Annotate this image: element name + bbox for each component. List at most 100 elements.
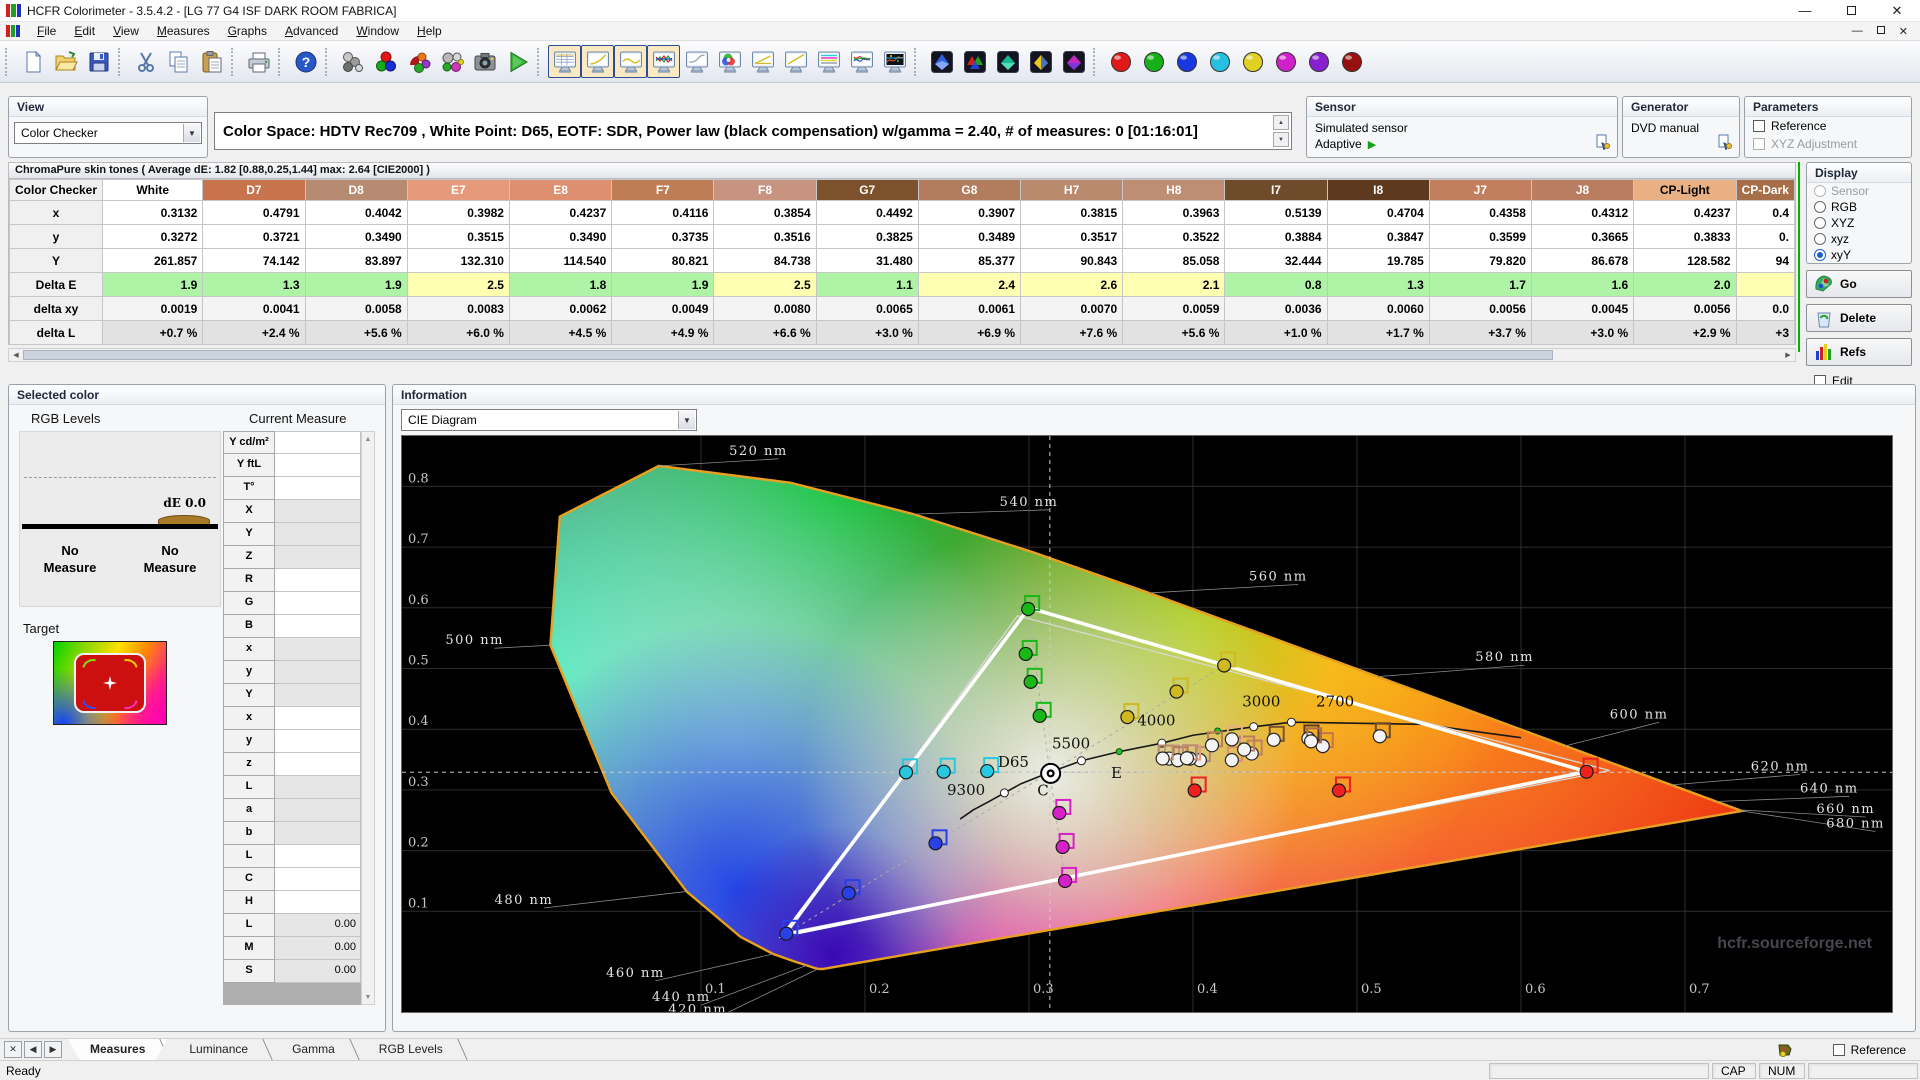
table-cell[interactable]: 19.785 — [1326, 248, 1430, 273]
view-multicurve-button[interactable] — [845, 45, 878, 78]
measure-cyan-button[interactable] — [1203, 45, 1236, 78]
table-cell[interactable]: 0.3490 — [508, 224, 613, 249]
table-cell[interactable]: 0.3665 — [1530, 224, 1635, 249]
table-cell[interactable]: 128.582 — [1633, 248, 1737, 273]
scroll-right-icon[interactable]: ▶ — [1781, 349, 1795, 361]
table-cell[interactable]: 0.0056 — [1633, 296, 1737, 321]
measure-table[interactable]: Color Checker White D7 D8 E7 E8 F7 F8 G7 G8 H7 H8 I7… — [8, 179, 1796, 345]
measure-rgb-button[interactable] — [369, 45, 402, 78]
table-cell[interactable]: 0.4704 — [1326, 200, 1430, 225]
view-gamma-button[interactable] — [581, 45, 614, 78]
menu-help[interactable]: Help — [408, 22, 451, 40]
table-cell[interactable]: 0.4 — [1735, 200, 1795, 225]
table-cell[interactable]: 1.7 — [1428, 272, 1532, 297]
copy-button[interactable] — [162, 45, 195, 78]
table-cell[interactable]: 80.821 — [611, 248, 715, 273]
measure-yellow-button[interactable] — [1236, 45, 1269, 78]
mdi-restore-button[interactable] — [1876, 25, 1885, 37]
table-cell[interactable]: 0.8 — [1224, 272, 1328, 297]
table-cell[interactable]: +4.9 % — [611, 320, 715, 345]
go-button[interactable]: Go — [1806, 270, 1912, 298]
table-cell[interactable]: +6.6 % — [713, 320, 817, 345]
table-cell[interactable]: +6.0 % — [406, 320, 510, 345]
table-cell[interactable]: 0.0061 — [917, 296, 1022, 321]
measure-3d-3-button[interactable] — [991, 45, 1024, 78]
table-cell[interactable]: 0.4116 — [611, 200, 715, 225]
table-cell[interactable]: 0.3854 — [713, 200, 817, 225]
table-horizontal-scrollbar[interactable]: ◀ ▶ — [8, 348, 1796, 362]
table-cell[interactable]: 79.820 — [1428, 248, 1532, 273]
refs-button[interactable]: Refs — [1806, 338, 1912, 366]
tab-measures[interactable]: Measures — [68, 1039, 167, 1060]
table-cell[interactable]: 0.0080 — [713, 296, 817, 321]
open-file-button[interactable] — [49, 45, 82, 78]
menu-file[interactable]: File — [28, 22, 65, 40]
view-rgb-levels-button[interactable] — [647, 45, 680, 78]
reference-toggle-checkbox[interactable]: Reference — [1832, 1043, 1906, 1057]
menu-window[interactable]: Window — [347, 22, 408, 40]
measure-continuous-button[interactable] — [435, 45, 468, 78]
table-cell[interactable]: 0.3132 — [102, 200, 204, 225]
mdi-minimize-button[interactable]: — — [1852, 25, 1863, 37]
table-cell[interactable]: 2.5 — [406, 272, 510, 297]
table-cell[interactable]: 0.3522 — [1122, 224, 1226, 249]
measure-red-button[interactable] — [1104, 45, 1137, 78]
table-cell[interactable]: 0.0083 — [406, 296, 510, 321]
table-cell[interactable]: +6.9 % — [917, 320, 1022, 345]
table-cell[interactable]: 0.3735 — [611, 224, 715, 249]
table-cell[interactable]: +3.0 % — [1530, 320, 1635, 345]
table-cell[interactable]: 0.3833 — [1633, 224, 1737, 249]
table-cell[interactable]: 0.3907 — [917, 200, 1022, 225]
measure-3d-2-button[interactable] — [958, 45, 991, 78]
table-cell[interactable]: 0.0062 — [508, 296, 613, 321]
column-header-E7[interactable]: E7 — [406, 179, 510, 201]
column-header-CP-Light[interactable]: CP-Light — [1633, 179, 1737, 201]
menu-graphs[interactable]: Graphs — [219, 22, 276, 40]
table-cell[interactable]: 86.678 — [1530, 248, 1635, 273]
tab-close-icon[interactable]: ✕ — [4, 1041, 22, 1058]
table-cell[interactable]: 90.843 — [1019, 248, 1124, 273]
scroll-left-icon[interactable]: ◀ — [9, 349, 23, 361]
table-cell[interactable]: 0.3884 — [1224, 224, 1328, 249]
column-header-E8[interactable]: E8 — [508, 179, 613, 201]
table-cell[interactable]: 0.4237 — [508, 200, 613, 225]
measure-darkred-button[interactable] — [1335, 45, 1368, 78]
view-measures-grid-button[interactable] — [548, 45, 581, 78]
table-cell[interactable]: 0.4042 — [304, 200, 408, 225]
column-header-H8[interactable]: H8 — [1122, 179, 1226, 201]
table-cell[interactable]: 0.0059 — [1122, 296, 1226, 321]
reference-checkbox[interactable]: Reference — [1745, 117, 1911, 135]
table-cell[interactable]: 0.0065 — [815, 296, 919, 321]
measure-colors-button[interactable] — [402, 45, 435, 78]
table-cell[interactable]: +1.0 % — [1224, 320, 1328, 345]
measure-3d-1-button[interactable] — [925, 45, 958, 78]
table-cell[interactable]: 2.1 — [1122, 272, 1226, 297]
delete-button[interactable]: Delete — [1806, 304, 1912, 332]
table-cell[interactable]: 0.0036 — [1224, 296, 1328, 321]
table-cell[interactable]: 0.4312 — [1530, 200, 1635, 225]
table-cell[interactable]: +0.7 % — [102, 320, 204, 345]
snapshot-button[interactable] — [468, 45, 501, 78]
sensor-config-icon[interactable] — [1595, 134, 1611, 153]
view-luminance-button[interactable] — [680, 45, 713, 78]
column-header-G8[interactable]: G8 — [917, 179, 1022, 201]
table-cell[interactable]: 261.857 — [102, 248, 204, 273]
column-header-J7[interactable]: J7 — [1428, 179, 1532, 201]
column-header-G7[interactable]: G7 — [815, 179, 919, 201]
table-cell[interactable]: +7.6 % — [1019, 320, 1124, 345]
table-cell[interactable]: 1.9 — [304, 272, 408, 297]
sensor-config-button[interactable] — [336, 45, 369, 78]
table-cell[interactable]: 84.738 — [713, 248, 817, 273]
table-cell[interactable]: +1.7 % — [1326, 320, 1430, 345]
display-option-rgb[interactable]: RGB — [1807, 199, 1911, 215]
table-cell[interactable]: 0.4237 — [1633, 200, 1737, 225]
measure-3d-4-button[interactable] — [1024, 45, 1057, 78]
menu-view[interactable]: View — [104, 22, 148, 40]
about-button[interactable]: ? — [289, 45, 322, 78]
column-header-F8[interactable]: F8 — [713, 179, 817, 201]
column-header-White[interactable]: White — [102, 179, 204, 201]
table-cell[interactable]: 0.0056 — [1428, 296, 1532, 321]
table-cell[interactable]: 0.0045 — [1530, 296, 1635, 321]
table-cell[interactable]: 0.3516 — [713, 224, 817, 249]
tab-next-icon[interactable]: ▶ — [44, 1041, 62, 1058]
